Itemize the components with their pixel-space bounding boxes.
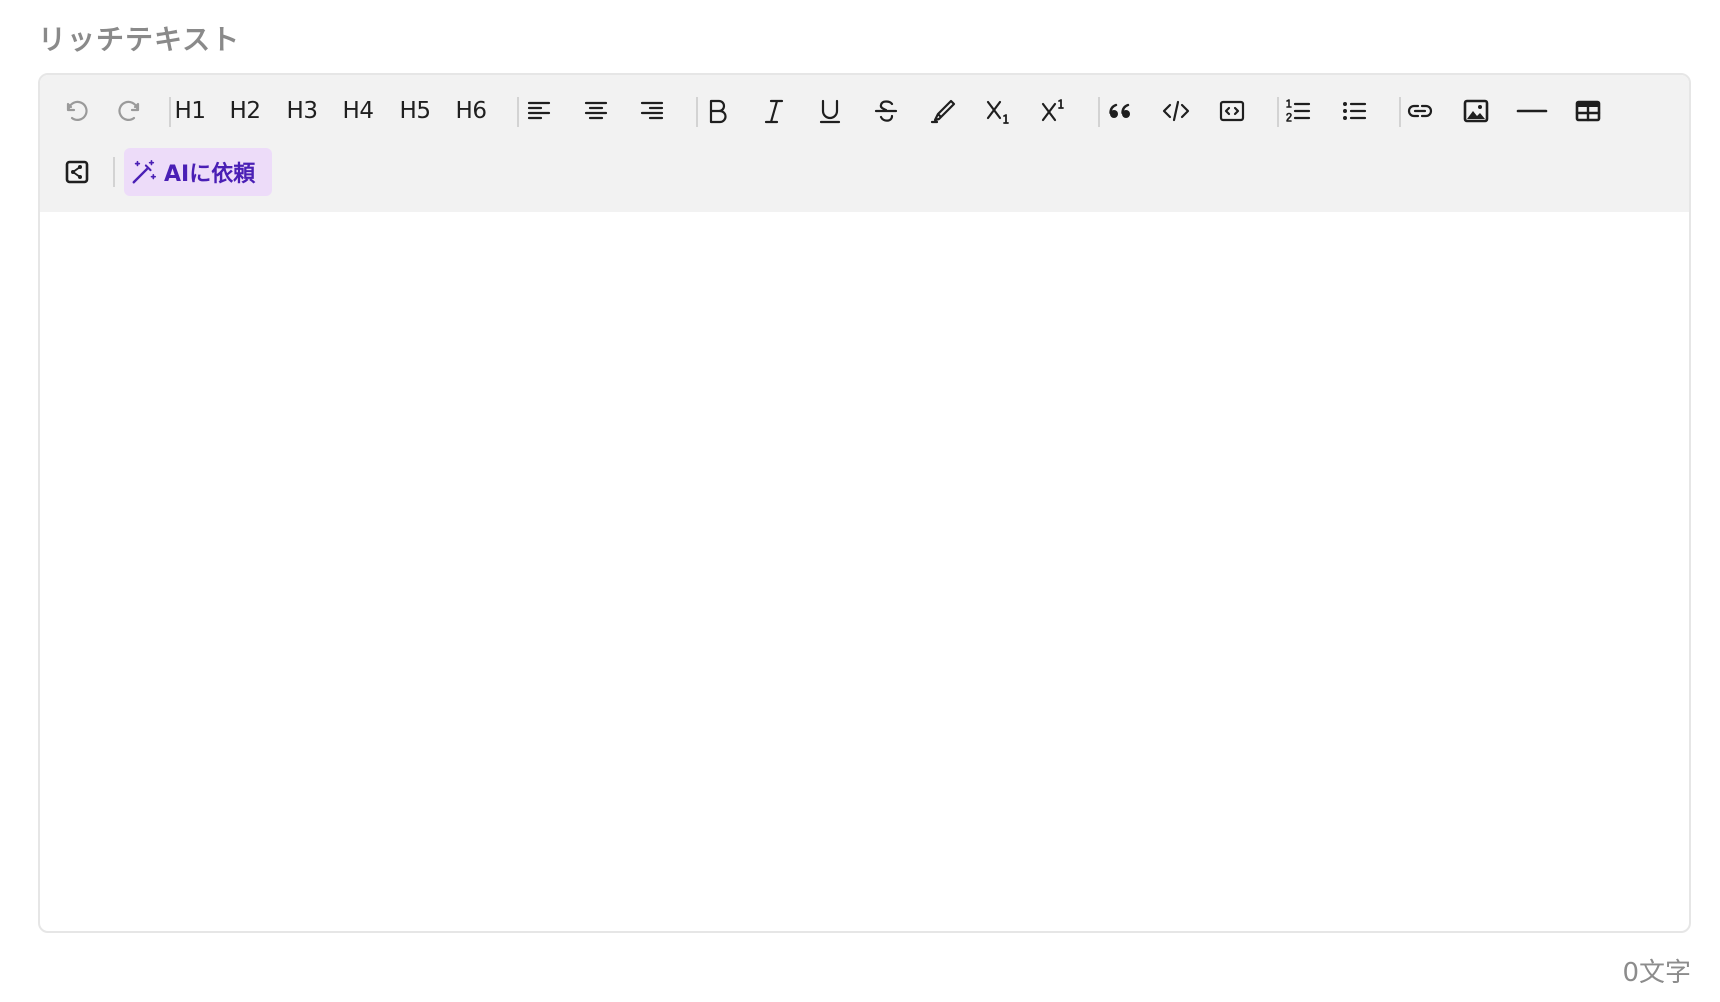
heading-2-button[interactable]: H2	[220, 86, 270, 136]
superscript-button[interactable]	[1029, 86, 1079, 136]
align-center-button[interactable]	[571, 86, 621, 136]
bullet-list-icon	[1343, 102, 1367, 120]
link-icon	[1407, 104, 1433, 118]
strikethrough-button[interactable]	[861, 86, 911, 136]
ordered-list-icon	[1286, 99, 1311, 122]
bullet-list-button[interactable]	[1329, 86, 1379, 136]
redo-icon	[118, 100, 140, 121]
code-block-button[interactable]	[1207, 86, 1257, 136]
heading-4-button[interactable]: H4	[333, 86, 383, 136]
editor-content-area[interactable]	[40, 212, 1689, 931]
horizontal-rule-button[interactable]	[1507, 86, 1557, 136]
link-button[interactable]	[1395, 86, 1445, 136]
toolbar-separator	[113, 157, 115, 187]
embed-button[interactable]	[52, 147, 102, 197]
undo-button[interactable]	[52, 86, 102, 136]
subscript-icon	[986, 100, 1009, 124]
image-button[interactable]	[1451, 86, 1501, 136]
table-button[interactable]	[1563, 86, 1613, 136]
underline-button[interactable]	[805, 86, 855, 136]
rich-text-editor: H1 H2 H3 H4 H5 H6 AIに依頼	[38, 73, 1691, 933]
inline-code-button[interactable]	[1151, 86, 1201, 136]
bold-icon	[709, 99, 727, 124]
code-block-icon	[1219, 100, 1245, 122]
heading-6-button[interactable]: H6	[446, 86, 496, 136]
character-count: 0文字	[1622, 958, 1691, 988]
heading-6-label: H6	[455, 98, 487, 124]
heading-3-button[interactable]: H3	[277, 86, 327, 136]
table-icon	[1575, 100, 1601, 122]
ask-ai-label: AIに依頼	[164, 162, 256, 187]
align-center-icon	[584, 101, 608, 120]
heading-5-label: H5	[399, 98, 431, 124]
heading-2-label: H2	[229, 98, 261, 124]
redo-button[interactable]	[104, 86, 154, 136]
horizontal-rule-icon	[1516, 109, 1548, 113]
blockquote-button[interactable]	[1095, 86, 1145, 136]
ask-ai-button[interactable]: AIに依頼	[124, 148, 272, 196]
bold-button[interactable]	[692, 86, 742, 136]
heading-4-label: H4	[342, 98, 374, 124]
field-label: リッチテキスト	[38, 23, 241, 56]
strikethrough-icon	[874, 100, 898, 122]
highlighter-icon	[930, 99, 956, 124]
heading-3-label: H3	[286, 98, 318, 124]
heading-1-label: H1	[174, 98, 206, 124]
image-icon	[1463, 99, 1489, 123]
align-left-button[interactable]	[514, 86, 564, 136]
heading-5-button[interactable]: H5	[390, 86, 440, 136]
align-right-button[interactable]	[627, 86, 677, 136]
italic-icon	[764, 99, 784, 124]
undo-icon	[66, 100, 88, 121]
heading-1-button[interactable]: H1	[165, 86, 215, 136]
embed-icon	[65, 160, 89, 184]
underline-icon	[819, 99, 841, 124]
superscript-icon	[1041, 99, 1064, 122]
quote-icon	[1109, 103, 1130, 118]
align-right-icon	[640, 101, 664, 120]
code-icon	[1162, 100, 1190, 122]
editor-toolbar: H1 H2 H3 H4 H5 H6 AIに依頼	[40, 75, 1689, 212]
ordered-list-button[interactable]	[1273, 86, 1323, 136]
italic-button[interactable]	[749, 86, 799, 136]
subscript-button[interactable]	[974, 86, 1024, 136]
magic-wand-icon	[132, 159, 157, 184]
highlight-button[interactable]	[917, 86, 967, 136]
align-left-icon	[527, 101, 551, 120]
